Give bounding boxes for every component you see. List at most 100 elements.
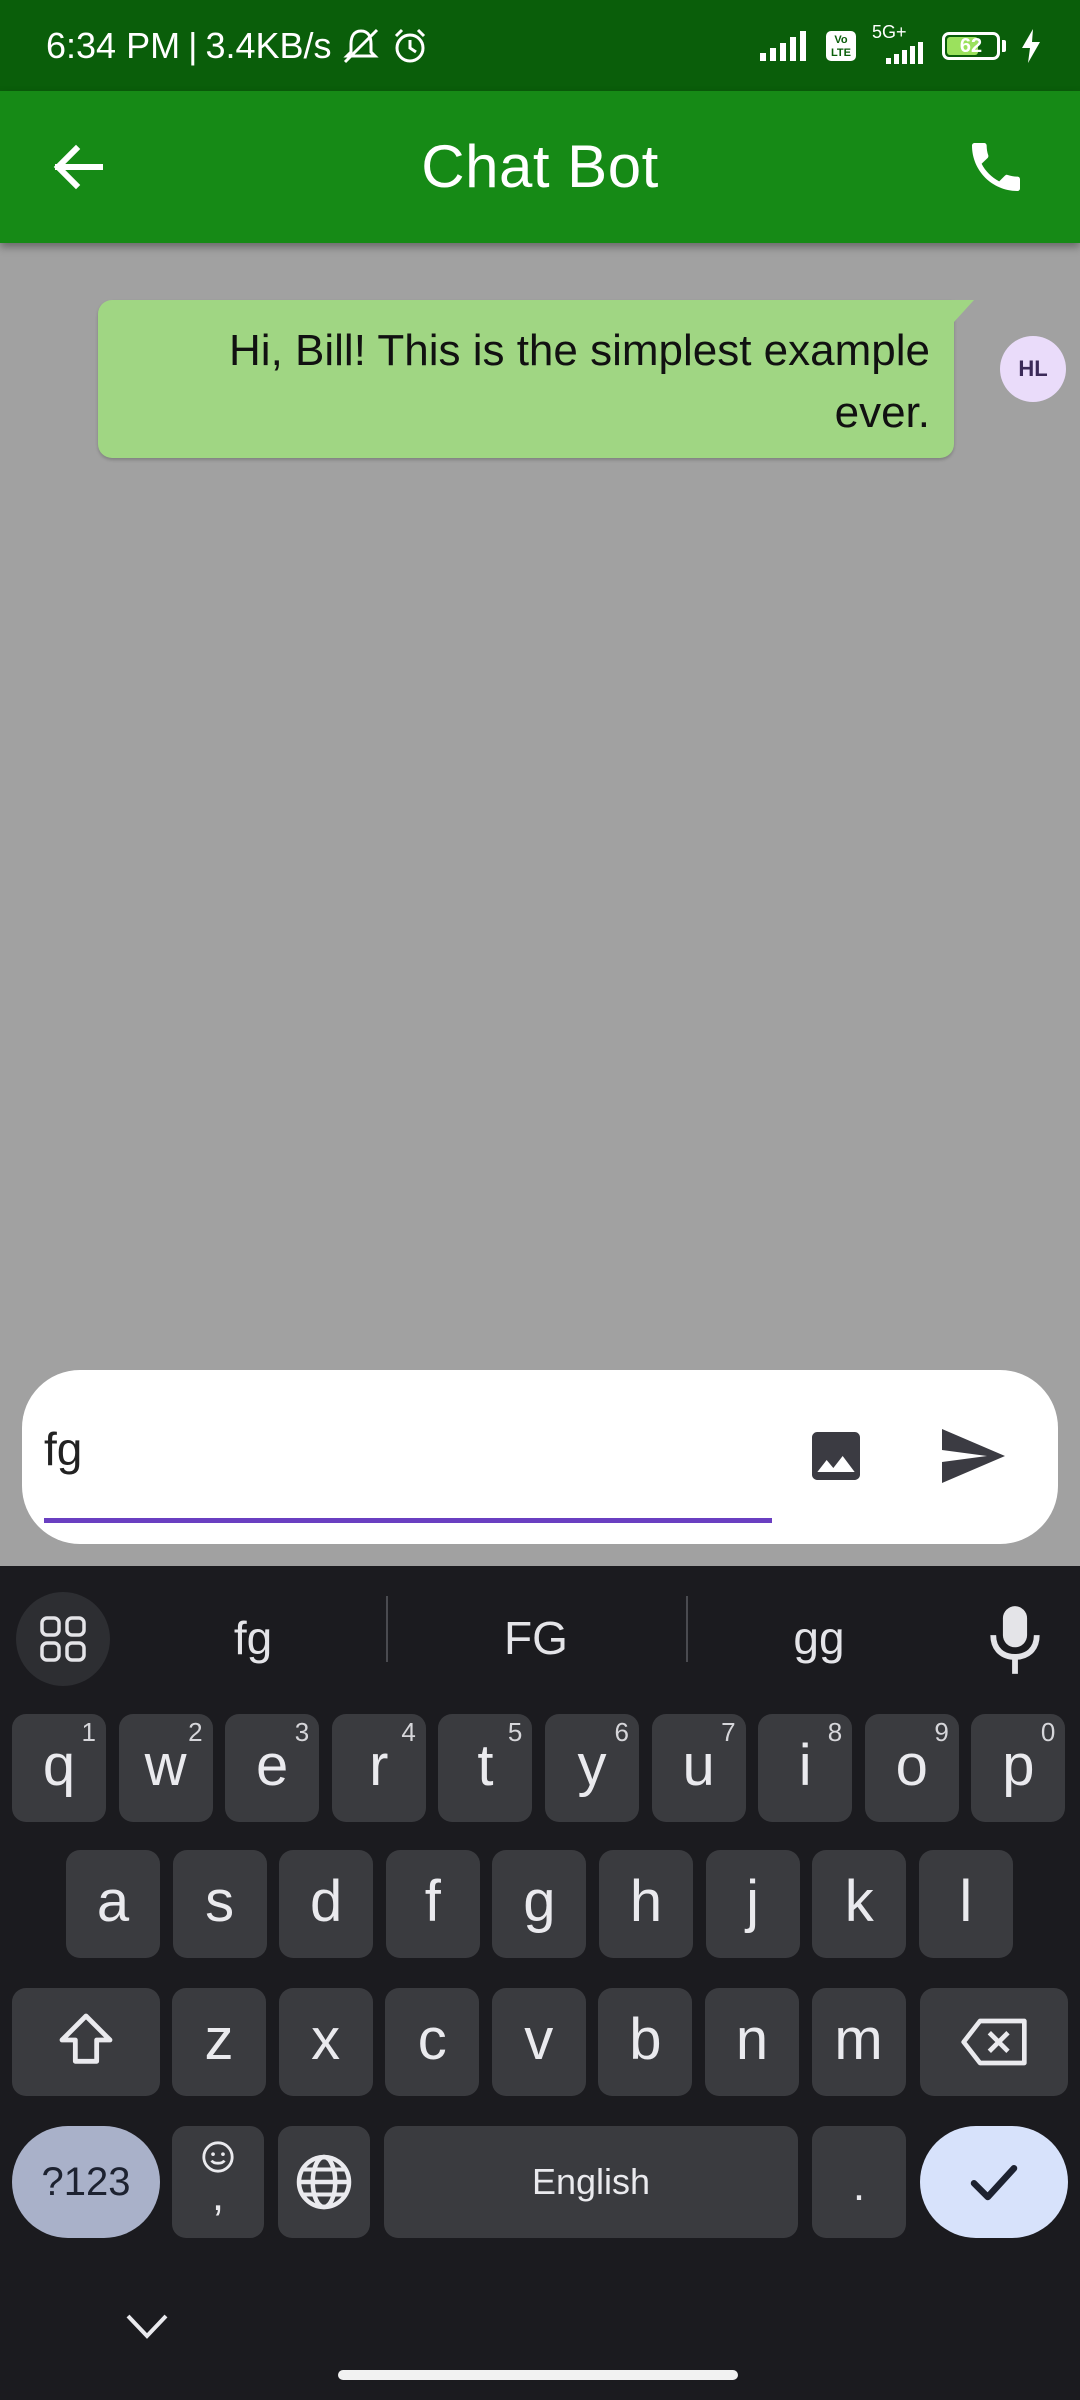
key-d[interactable]: d (279, 1850, 374, 1958)
message-composer: fg (22, 1370, 1058, 1544)
key-hint: 7 (721, 1717, 736, 1747)
charging-icon (1022, 29, 1040, 63)
key-x[interactable]: x (278, 1988, 373, 2096)
key-t[interactable]: t5 (438, 1714, 533, 1822)
key-hint: 2 (188, 1717, 203, 1747)
status-time: 6:34 PM (46, 25, 181, 66)
grid-icon (40, 1616, 86, 1662)
send-icon[interactable] (936, 1420, 1008, 1492)
image-icon[interactable] (804, 1424, 868, 1488)
keyboard-apps-button[interactable] (16, 1592, 110, 1686)
battery-level: 62 (959, 34, 983, 57)
key-l[interactable]: l (918, 1850, 1013, 1958)
network-5g-signal: 5G+ (872, 22, 928, 64)
key-n[interactable]: n (705, 1988, 799, 2096)
key-k[interactable]: k (812, 1850, 907, 1958)
key-h[interactable]: h (599, 1850, 693, 1958)
key-hint: 0 (1040, 1717, 1056, 1747)
message-text: Hi, Bill! This is the simplest example e… (229, 326, 930, 437)
key-hint: 8 (827, 1717, 843, 1747)
key-i[interactable]: i8 (758, 1714, 853, 1822)
key-label: y (577, 1733, 607, 1798)
shift-icon (59, 2013, 113, 2064)
key-g[interactable]: g (492, 1850, 587, 1958)
phone-call-icon[interactable] (964, 135, 1028, 199)
checkmark-icon (970, 2165, 1018, 2201)
suggestion-divider (686, 1596, 688, 1662)
key-y[interactable]: y6 (545, 1714, 639, 1822)
signal-icon (886, 42, 923, 64)
suggestion-1[interactable]: fg (128, 1588, 378, 1688)
key-p[interactable]: p0 (971, 1714, 1066, 1822)
key-b[interactable]: b (598, 1988, 693, 2096)
key-hint: 4 (401, 1717, 416, 1747)
key-z[interactable]: z (172, 1988, 266, 2096)
on-screen-keyboard: fg FG gg q1w2e3r4t5y6u7i8o9p0 asdfghjkl … (0, 1566, 1080, 2400)
key-e[interactable]: e3 (225, 1714, 320, 1822)
status-left: 6:34 PM | 3.4KB/s (46, 26, 430, 66)
alarm-icon (394, 28, 425, 63)
avatar[interactable]: HL (1000, 336, 1066, 402)
message-bubble: Hi, Bill! This is the simplest example e… (98, 300, 954, 458)
key-q[interactable]: q1 (12, 1714, 106, 1822)
volte-icon: Vo LTE (826, 31, 856, 61)
space-key[interactable]: English (384, 2126, 798, 2238)
emoji-icon (202, 2141, 234, 2173)
key-label: o (895, 1733, 928, 1798)
key-label: i (798, 1733, 812, 1798)
status-bar: 6:34 PM | 3.4KB/s Vo LTE 5G+ 62 (0, 0, 1080, 91)
status-separator: | (188, 25, 198, 66)
key-w[interactable]: w2 (118, 1714, 213, 1822)
key-hint: 9 (934, 1717, 949, 1747)
key-v[interactable]: v (491, 1988, 586, 2096)
key-label: e (256, 1733, 289, 1798)
key-m[interactable]: m (811, 1988, 906, 2096)
chevron-down-icon[interactable] (122, 2306, 172, 2346)
key-hint: 5 (507, 1717, 523, 1747)
shift-key[interactable] (12, 1988, 160, 2096)
comma-label: , (211, 2171, 225, 2220)
status-right: Vo LTE 5G+ 62 (760, 22, 1042, 66)
signal-icon (760, 31, 806, 61)
home-indicator[interactable] (338, 2370, 738, 2380)
key-label: p (1002, 1733, 1035, 1798)
key-label: w (144, 1733, 187, 1798)
key-hint: 1 (81, 1717, 96, 1747)
battery-indicator: 62 (942, 32, 1000, 60)
suggestion-2[interactable]: FG (411, 1588, 661, 1688)
key-c[interactable]: c (385, 1988, 480, 2096)
key-f[interactable]: f (385, 1850, 480, 1958)
status-speed: 3.4KB/s (205, 25, 332, 66)
key-u[interactable]: u7 (651, 1714, 746, 1822)
language-key[interactable] (278, 2126, 370, 2238)
mute-bell-icon (342, 28, 379, 64)
suggestion-bar: fg FG gg (0, 1566, 1080, 1690)
key-j[interactable]: j (705, 1850, 800, 1958)
backspace-key[interactable] (920, 1988, 1068, 2096)
key-label: q (42, 1733, 76, 1798)
input-underline (44, 1518, 772, 1523)
key-r[interactable]: r4 (331, 1714, 426, 1822)
key-label: t (477, 1733, 494, 1798)
key-s[interactable]: s (172, 1850, 267, 1958)
globe-icon (296, 2154, 352, 2210)
key-a[interactable]: a (66, 1850, 160, 1958)
message-input[interactable]: fg (44, 1404, 794, 1494)
suggestion-3[interactable]: gg (694, 1588, 944, 1688)
message-bubble-tail (954, 300, 974, 322)
app-bar: Chat Bot (0, 91, 1080, 243)
enter-done-key[interactable] (920, 2126, 1068, 2238)
key-o[interactable]: o9 (864, 1714, 959, 1822)
key-label: u (682, 1733, 715, 1798)
emoji-comma-key[interactable]: , (172, 2126, 264, 2238)
network-type: 5G+ (872, 22, 907, 42)
symbols-key[interactable]: ?123 (12, 2126, 160, 2238)
key-label: r (369, 1733, 389, 1798)
page-title: Chat Bot (421, 133, 659, 200)
backspace-icon (961, 2018, 1027, 2066)
period-key[interactable]: . (812, 2126, 906, 2238)
battery-nub (1002, 40, 1006, 52)
svg-text:Vo: Vo (834, 34, 848, 46)
key-hint: 3 (294, 1717, 310, 1747)
microphone-icon[interactable] (986, 1602, 1044, 1678)
